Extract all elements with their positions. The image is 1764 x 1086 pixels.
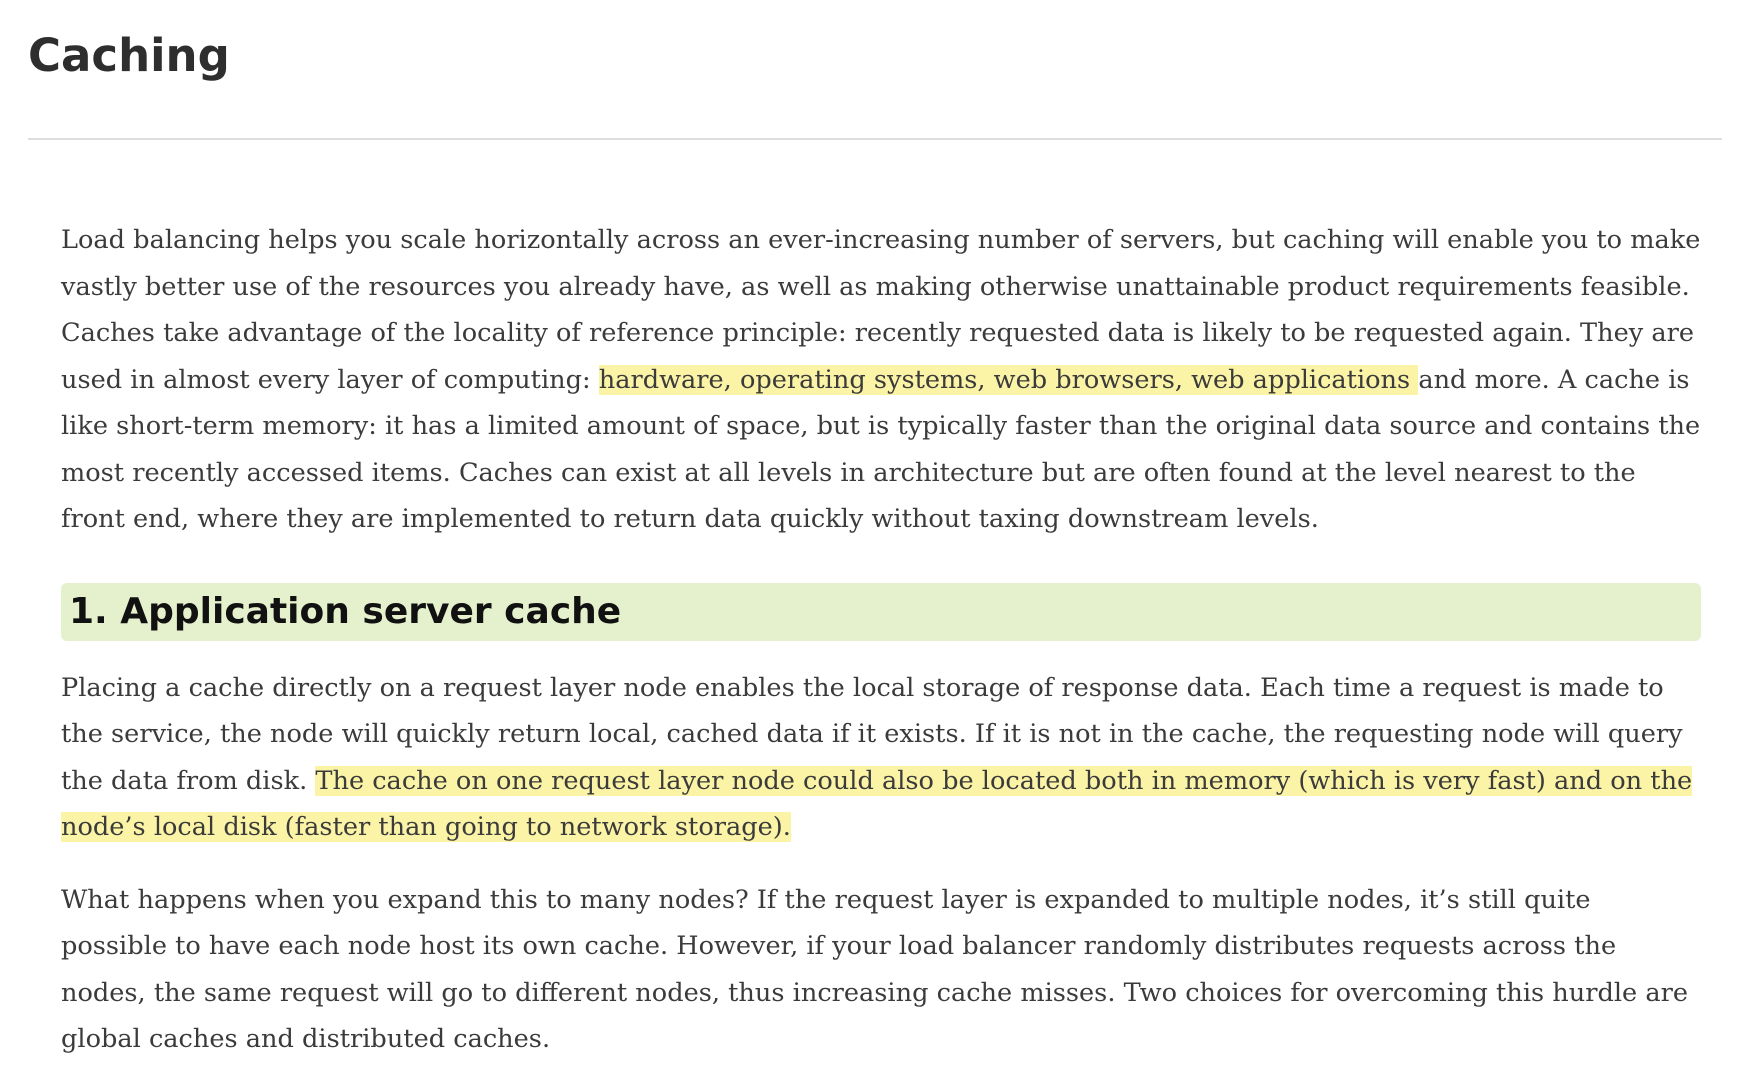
article-content: Load balancing helps you scale horizonta… <box>61 217 1701 1063</box>
section1-paragraph-2: What happens when you expand this to man… <box>61 884 1688 1055</box>
intro-paragraph: Load balancing helps you scale horizonta… <box>61 217 1701 543</box>
section1-paragraph-1: Placing a cache directly on a request la… <box>61 665 1701 851</box>
title-divider <box>28 138 1722 140</box>
page-title: Caching <box>28 29 230 82</box>
intro-highlight: hardware, operating systems, web browser… <box>598 364 1419 395</box>
section-heading-application-server-cache: 1. Application server cache <box>61 582 1701 641</box>
